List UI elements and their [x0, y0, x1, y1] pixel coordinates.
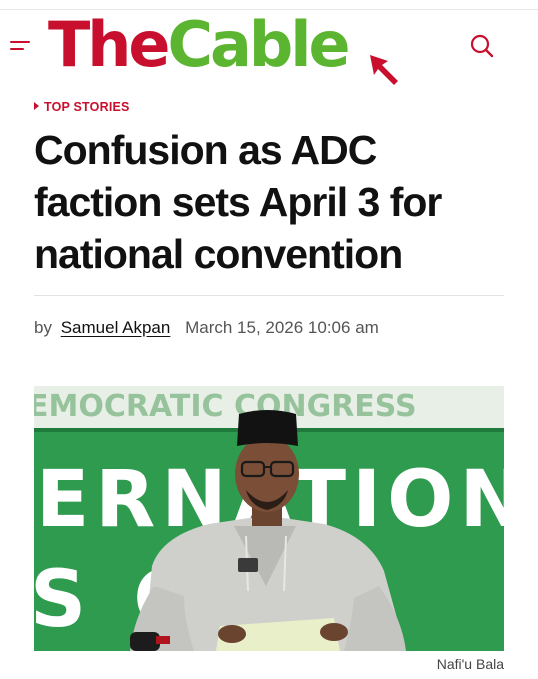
- caret-right-icon: [34, 102, 39, 110]
- article-title: Confusion as ADC faction sets April 3 fo…: [34, 127, 442, 277]
- site-logo[interactable]: TheCable: [48, 14, 408, 76]
- author-link[interactable]: Samuel Akpan: [61, 318, 171, 337]
- photo-caption: Nafi'u Bala: [436, 656, 504, 672]
- byline-prefix: by: [34, 318, 52, 337]
- publish-date: March 15, 2026 10:06 am: [185, 318, 379, 337]
- logo-cable-text: Cable: [167, 8, 350, 81]
- logo-the-text: The: [48, 8, 170, 81]
- title-divider: [34, 295, 504, 296]
- category-label: TOP STORIES: [44, 100, 130, 114]
- search-icon[interactable]: [469, 33, 495, 59]
- photo-illustration: EMOCRATIC CONGRESS ERNATIONA S C RE: [34, 386, 504, 651]
- hamburger-menu-icon[interactable]: [10, 41, 32, 55]
- cursor-arrow-icon: [370, 55, 398, 85]
- byline: by Samuel Akpan March 15, 2026 10:06 am: [34, 318, 379, 338]
- site-header: TheCable: [0, 10, 538, 85]
- banner-text-top: EMOCRATIC CONGRESS: [34, 389, 417, 424]
- article-photo: EMOCRATIC CONGRESS ERNATIONA S C RE: [34, 386, 504, 651]
- category-link[interactable]: TOP STORIES: [34, 100, 130, 114]
